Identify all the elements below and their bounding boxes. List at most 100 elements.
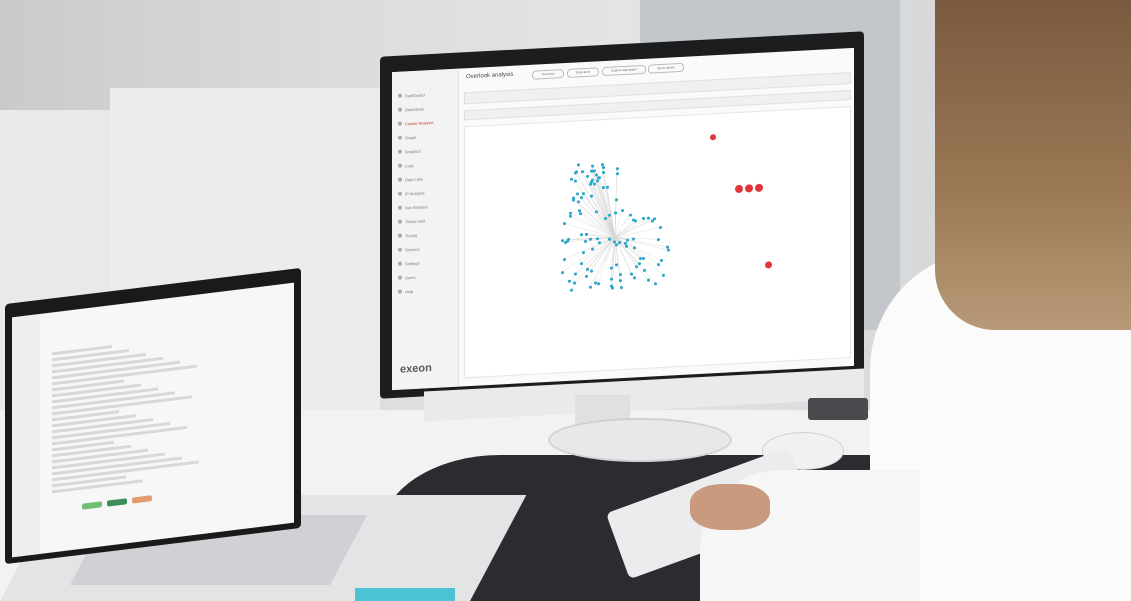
graph-node[interactable]	[593, 280, 597, 285]
sidebar-item[interactable]: Settings	[398, 259, 452, 270]
graph-node[interactable]	[661, 273, 665, 277]
graph-edge	[570, 237, 616, 291]
menu-icon	[398, 247, 402, 252]
sidebar-item[interactable]: Cluster Analysis	[398, 119, 452, 130]
graph-node[interactable]	[637, 261, 641, 266]
graph-node[interactable]	[624, 244, 628, 248]
graph-node[interactable]	[601, 171, 605, 175]
smartphone	[808, 398, 868, 420]
graph-node[interactable]	[589, 194, 593, 198]
graph-node[interactable]	[642, 268, 646, 272]
graph-node[interactable]	[590, 178, 594, 182]
menu-icon	[398, 205, 402, 210]
sidebar-item[interactable]: Net Analytics	[398, 203, 452, 214]
graph-node[interactable]	[615, 172, 619, 176]
confirm-button[interactable]	[107, 498, 127, 507]
graph-node[interactable]	[615, 242, 619, 246]
menu-icon	[398, 107, 402, 112]
page-title: Overlook analysis	[466, 71, 514, 81]
sidebar-item[interactable]: Dashboard	[398, 91, 452, 102]
graph-node[interactable]	[657, 262, 661, 266]
graph-node[interactable]	[594, 210, 598, 214]
graph-node[interactable]	[641, 216, 645, 220]
graph-edge	[614, 227, 660, 238]
sidebar-item-label: Dashboard	[405, 92, 425, 99]
sidebar-item-label: Net Analytics	[405, 204, 429, 211]
graph-node[interactable]	[632, 246, 636, 250]
sidebar-item[interactable]: Users	[398, 273, 452, 284]
menu-icon	[398, 261, 402, 266]
menu-icon	[398, 163, 402, 168]
sidebar-item[interactable]: Threat Intel	[398, 217, 452, 228]
monitor-stand-base	[548, 418, 732, 462]
sidebar-item-label: Data Lake	[405, 176, 424, 183]
graph-node[interactable]	[665, 245, 669, 249]
graph-node[interactable]	[585, 174, 589, 178]
menu-icon	[398, 191, 402, 196]
graph-edge	[614, 219, 634, 238]
graph-node[interactable]	[595, 236, 599, 241]
tab-overview[interactable]: Overview	[532, 69, 564, 80]
sidebar-item-label: Analytics	[405, 148, 422, 155]
sidebar-item[interactable]: Data Lake	[398, 175, 452, 186]
graph-node[interactable]	[628, 213, 632, 217]
graph-node[interactable]	[590, 164, 594, 168]
menu-icon	[398, 289, 402, 294]
graph-node[interactable]	[590, 247, 594, 251]
approve-button[interactable]	[82, 501, 102, 510]
graph-node[interactable]	[609, 266, 613, 270]
graph-node[interactable]	[646, 216, 650, 220]
explore-graph-button[interactable]: Explore data graph	[602, 64, 646, 77]
graph-node[interactable]	[576, 163, 580, 167]
graph-node[interactable]	[568, 211, 572, 215]
sidebar-item[interactable]: Logs	[398, 161, 452, 172]
show-details-button[interactable]: Show details	[648, 62, 684, 74]
sidebar-item[interactable]: IP Analysis	[398, 189, 452, 200]
graph-node[interactable]	[580, 261, 584, 265]
menu-icon	[398, 275, 402, 280]
graph-edge	[614, 217, 649, 238]
graph-edges	[561, 164, 669, 291]
sidebar-item-label: Cluster Analysis	[405, 119, 434, 127]
sidebar-item-label: Logs	[405, 162, 414, 169]
sidebar-item[interactable]: Detections	[398, 105, 452, 116]
sidebar-item[interactable]: Graph	[398, 133, 452, 144]
sidebar-item-label: Sensors	[405, 246, 420, 253]
graph-node[interactable]	[614, 198, 618, 202]
network-graph[interactable]	[464, 106, 851, 379]
sidebar-item-label: Help	[405, 288, 414, 295]
menu-icon	[398, 177, 402, 182]
laptop-display	[12, 282, 294, 558]
graph-node[interactable]	[658, 226, 662, 230]
graph-node[interactable]	[578, 212, 582, 216]
graph-node[interactable]	[602, 185, 606, 189]
menu-icon	[398, 149, 402, 154]
sidebar-item[interactable]: Sensors	[398, 245, 452, 256]
sidebar-item-label: Settings	[405, 260, 420, 267]
graph-edge	[614, 220, 653, 238]
menu-icon	[398, 121, 402, 126]
sidebar-item-label: Detections	[405, 106, 424, 113]
graph-node[interactable]	[560, 270, 564, 274]
graph-node[interactable]	[615, 166, 619, 170]
graph-node[interactable]	[618, 240, 622, 244]
graph-edge	[574, 237, 616, 275]
sidebar-item[interactable]: Help	[398, 287, 452, 298]
reject-button[interactable]	[132, 495, 152, 504]
graph-node[interactable]	[574, 170, 578, 174]
sidebar-item[interactable]: Tuning	[398, 231, 452, 242]
graph-node[interactable]	[575, 192, 579, 196]
graph-node[interactable]	[585, 267, 589, 272]
tab-detections[interactable]: Detections	[567, 67, 599, 78]
graph-node[interactable]	[625, 238, 629, 242]
menu-icon	[398, 233, 402, 238]
sidebar-item-label: IP Analysis	[405, 190, 425, 197]
graph-node[interactable]	[646, 278, 650, 282]
graph-node[interactable]	[574, 179, 578, 183]
brand-logo: exeon	[400, 362, 432, 376]
sidebar-item-label: Users	[405, 274, 416, 281]
sidebar: Dashboard Detections Cluster Analysis Graph…	[392, 68, 459, 391]
sidebar-item[interactable]: Analytics	[398, 147, 452, 158]
graph-node[interactable]	[620, 208, 624, 213]
graph-node[interactable]	[632, 275, 636, 280]
